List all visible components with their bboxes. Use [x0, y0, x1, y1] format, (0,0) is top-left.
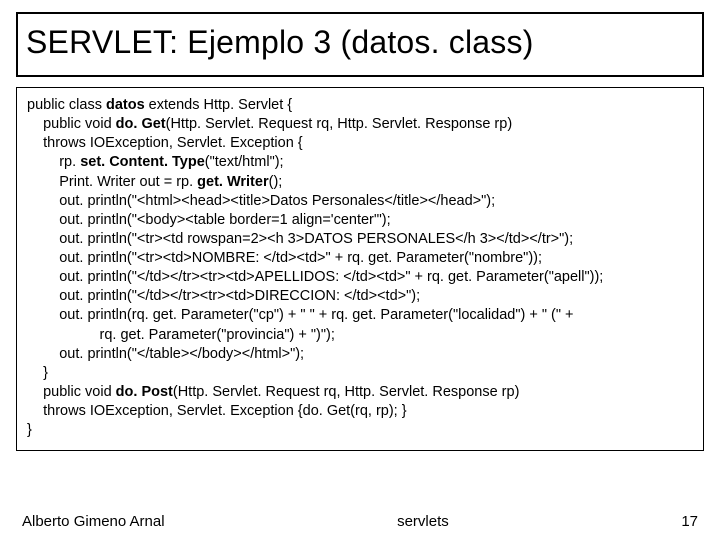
- footer-author: Alberto Gimeno Arnal: [22, 513, 165, 530]
- code-box: public class datos extends Http. Servlet…: [16, 87, 704, 451]
- code-line: rq. get. Parameter("provincia") + ")");: [27, 326, 693, 345]
- code-line: out. println("<html><head><title>Datos P…: [27, 192, 693, 211]
- code-line: throws IOException, Servlet. Exception {: [27, 134, 693, 153]
- code-line: public void do. Get(Http. Servlet. Reque…: [27, 115, 693, 134]
- code-line: }: [27, 421, 693, 440]
- code-line: out. println("</table></body></html>");: [27, 345, 693, 364]
- code-line: out. println(rq. get. Parameter("cp") + …: [27, 306, 693, 325]
- code-line: }: [27, 364, 693, 383]
- code-line: out. println("<tr><td>NOMBRE: </td><td>"…: [27, 249, 693, 268]
- title-box: SERVLET: Ejemplo 3 (datos. class): [16, 12, 704, 77]
- slide-title: SERVLET: Ejemplo 3 (datos. class): [26, 24, 694, 61]
- code-line: Print. Writer out = rp. get. Writer();: [27, 173, 693, 192]
- footer-page-number: 17: [681, 513, 698, 530]
- code-line: public class datos extends Http. Servlet…: [27, 96, 693, 115]
- footer-center: servlets: [165, 513, 682, 530]
- code-line: out. println("</td></tr><tr><td>APELLIDO…: [27, 268, 693, 287]
- code-line: throws IOException, Servlet. Exception {…: [27, 402, 693, 421]
- footer: Alberto Gimeno Arnal servlets 17: [0, 513, 720, 530]
- code-line: out. println("</td></tr><tr><td>DIRECCIO…: [27, 287, 693, 306]
- slide: SERVLET: Ejemplo 3 (datos. class) public…: [0, 0, 720, 540]
- code-line: public void do. Post(Http. Servlet. Requ…: [27, 383, 693, 402]
- code-line: out. println("<tr><td rowspan=2><h 3>DAT…: [27, 230, 693, 249]
- code-line: out. println("<body><table border=1 alig…: [27, 211, 693, 230]
- code-line: rp. set. Content. Type("text/html");: [27, 153, 693, 172]
